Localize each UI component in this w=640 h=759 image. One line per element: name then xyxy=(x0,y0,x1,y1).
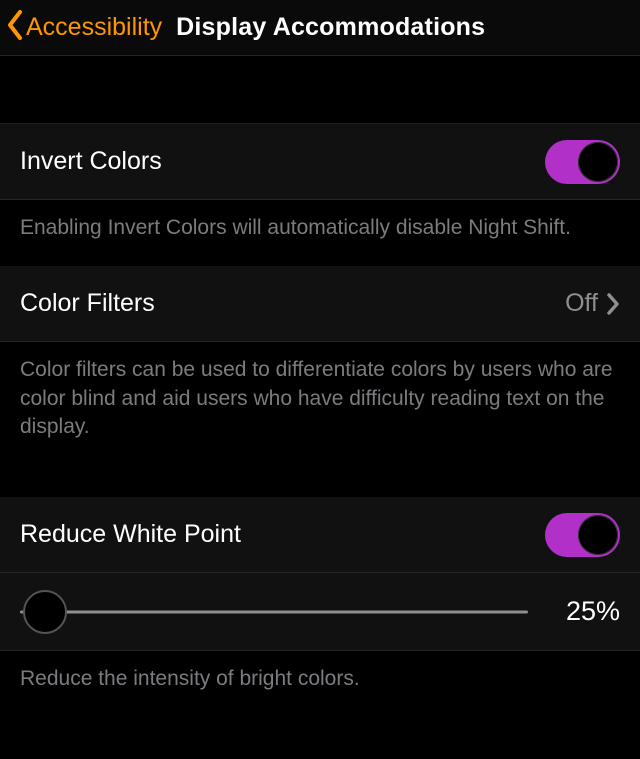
slider-thumb[interactable] xyxy=(23,590,67,634)
slider-track xyxy=(20,610,528,613)
back-button[interactable]: Accessibility xyxy=(6,10,162,45)
invert-colors-footer: Enabling Invert Colors will automaticall… xyxy=(0,200,640,266)
invert-colors-row: Invert Colors xyxy=(0,124,640,200)
chevron-left-icon xyxy=(6,10,24,45)
back-label: Accessibility xyxy=(26,13,162,42)
color-filters-footer: Color filters can be used to differentia… xyxy=(0,342,640,497)
color-filters-value: Off xyxy=(565,289,598,318)
toggle-knob xyxy=(578,515,618,555)
reduce-white-point-toggle[interactable] xyxy=(545,513,620,557)
reduce-white-point-slider[interactable] xyxy=(20,590,528,634)
section-spacer xyxy=(0,56,640,124)
page-title: Display Accommodations xyxy=(176,13,485,42)
reduce-white-point-footer: Reduce the intensity of bright colors. xyxy=(0,651,640,717)
chevron-right-icon xyxy=(606,292,620,316)
invert-colors-toggle[interactable] xyxy=(545,140,620,184)
toggle-knob xyxy=(578,142,618,182)
display-accommodations-screen: Accessibility Display Accommodations Inv… xyxy=(0,0,640,759)
color-filters-row[interactable]: Color Filters Off xyxy=(0,266,640,342)
reduce-white-point-label: Reduce White Point xyxy=(20,520,241,549)
nav-bar: Accessibility Display Accommodations xyxy=(0,0,640,56)
reduce-white-point-value: 25% xyxy=(548,596,620,627)
color-filters-label: Color Filters xyxy=(20,289,155,318)
reduce-white-point-row: Reduce White Point xyxy=(0,497,640,573)
reduce-white-point-slider-row: 25% xyxy=(0,573,640,651)
invert-colors-label: Invert Colors xyxy=(20,147,162,176)
